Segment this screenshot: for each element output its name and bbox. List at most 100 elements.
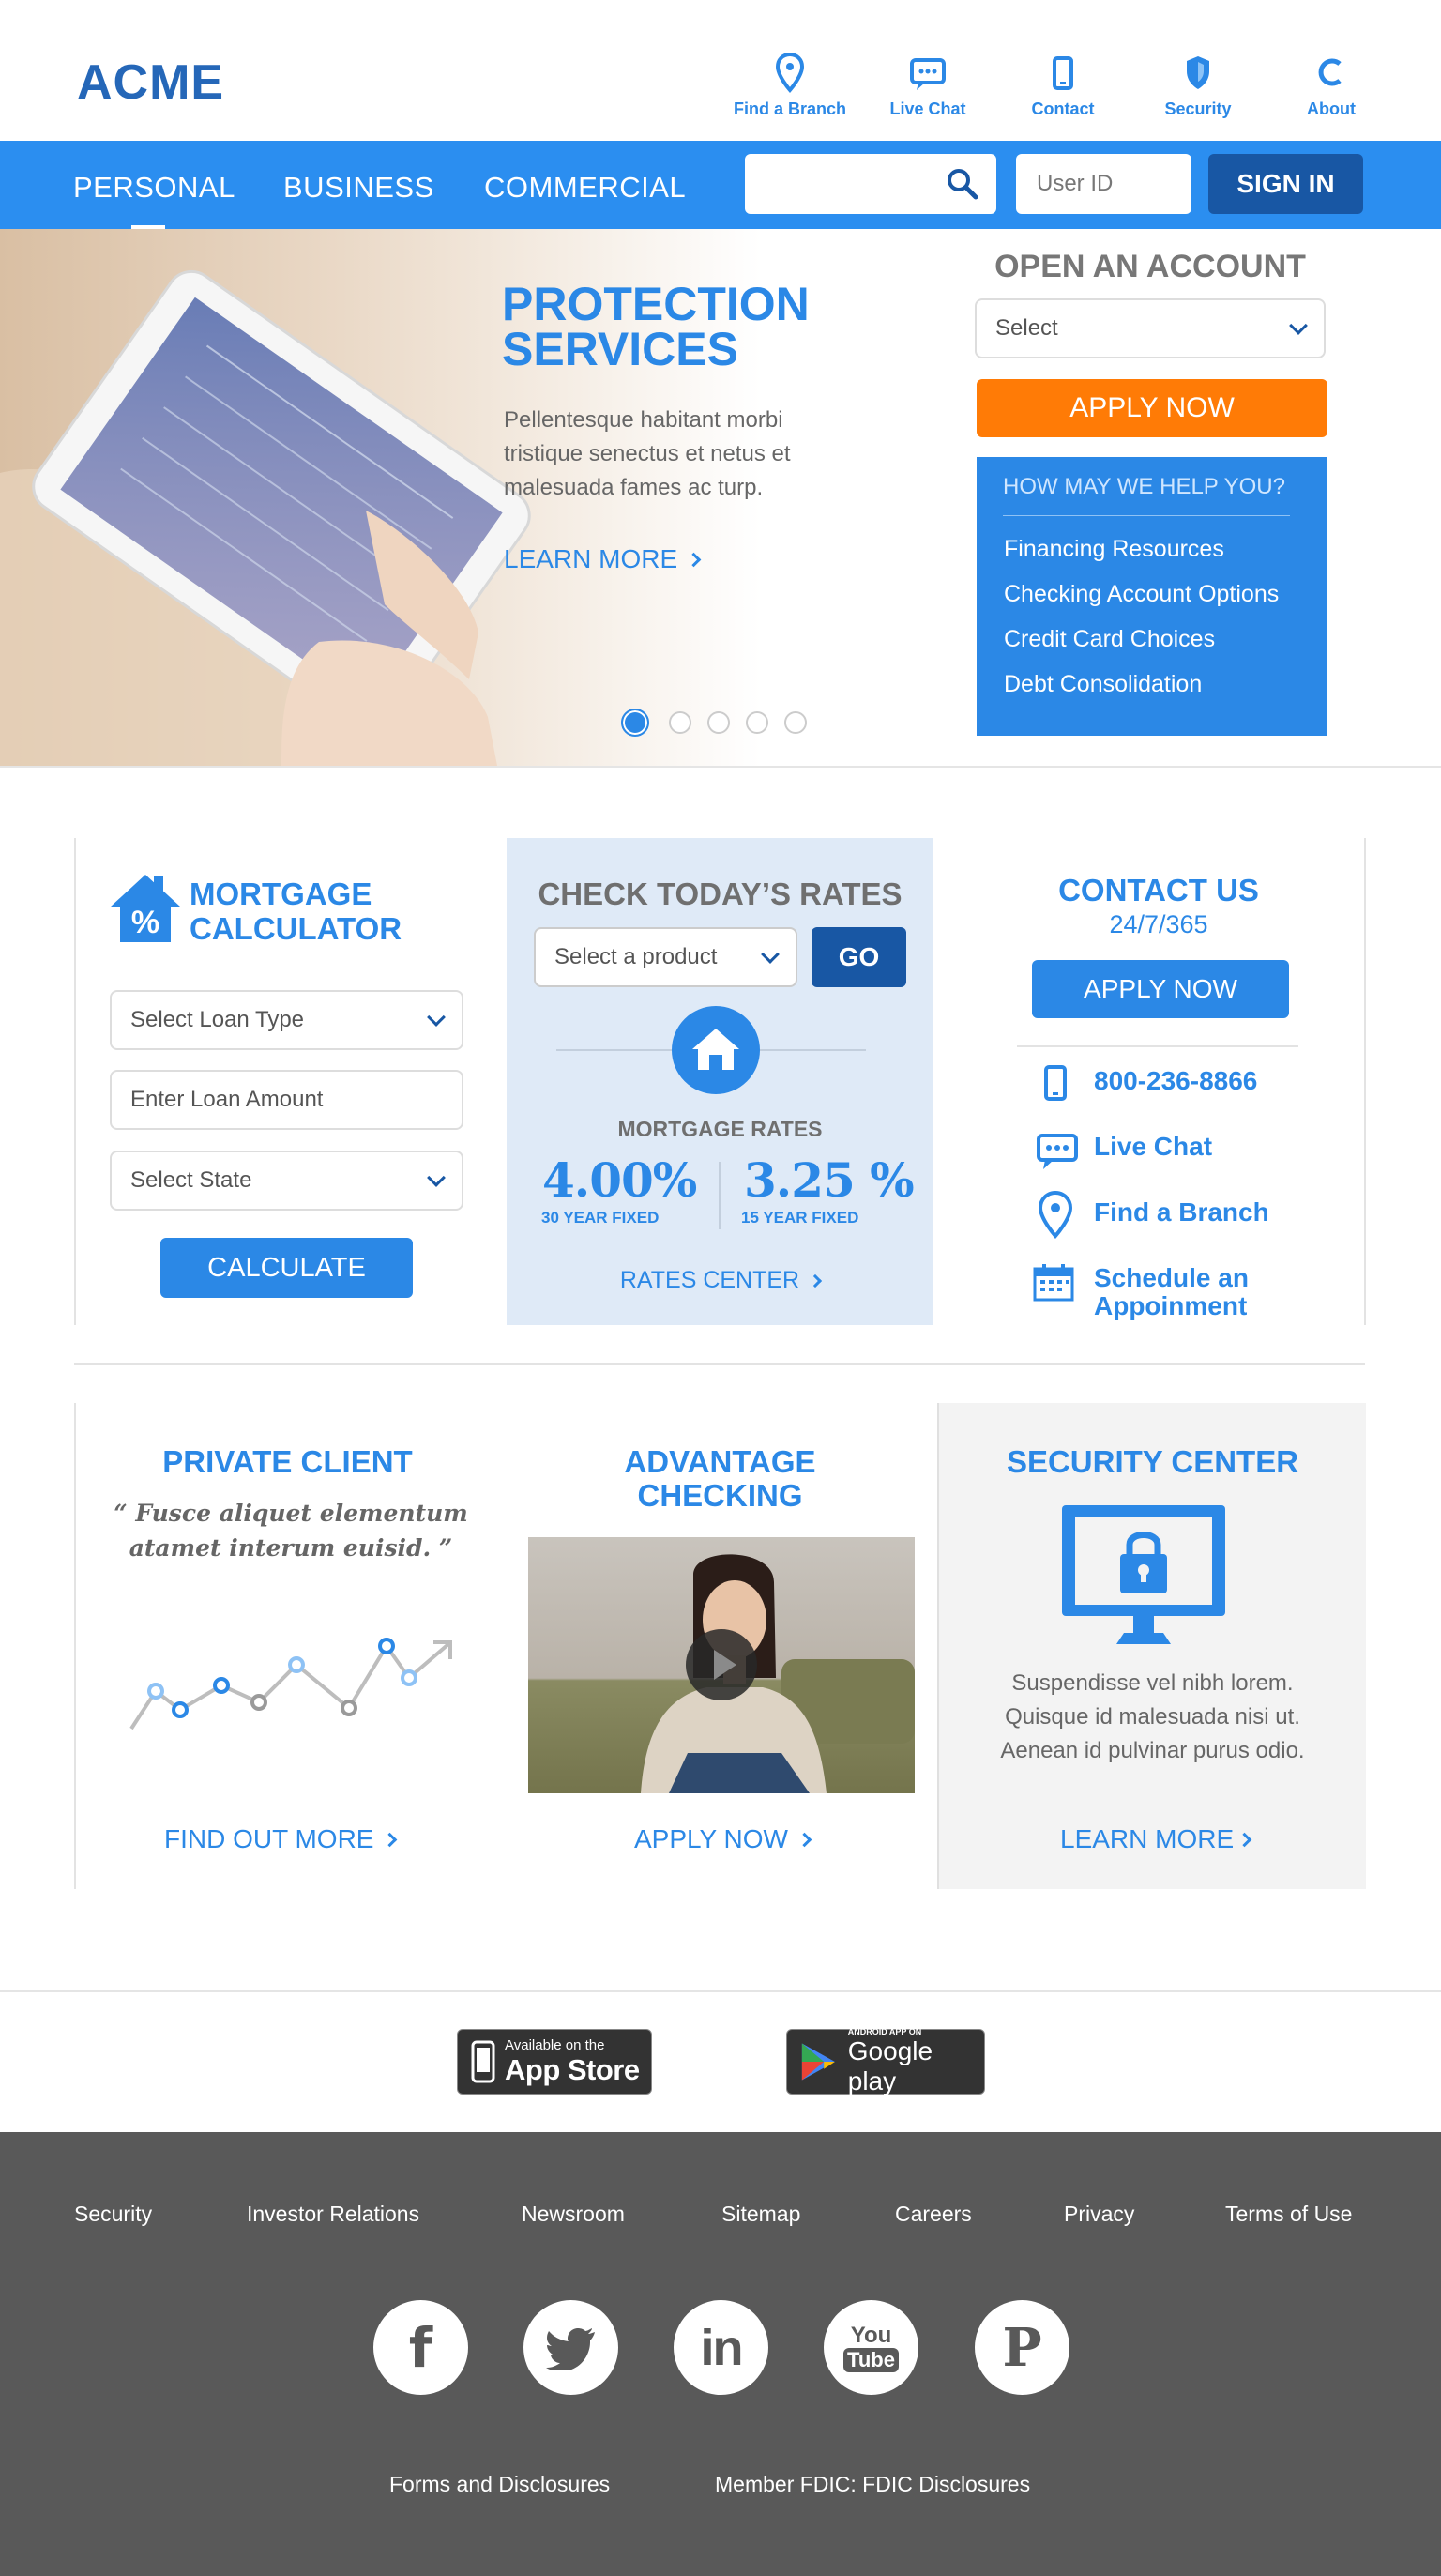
footer-link-sitemap[interactable]: Sitemap (721, 2202, 800, 2227)
nav-commercial[interactable]: COMMERCIAL (484, 171, 686, 205)
security-center-title: SECURITY CENTER (1006, 1444, 1299, 1479)
carousel-dot-2[interactable] (669, 711, 691, 734)
signin-button[interactable]: SIGN IN (1208, 154, 1363, 214)
advantage-apply-now-link[interactable]: APPLY NOW (634, 1824, 812, 1854)
rate-15-year: 3.25 % (744, 1152, 915, 1208)
carousel-dot-4[interactable] (746, 711, 768, 734)
nav-personal[interactable]: PERSONAL (73, 171, 235, 205)
loan-amount-placeholder: Enter Loan Amount (130, 1087, 324, 1112)
help-item-financing[interactable]: Financing Resources (1004, 536, 1224, 563)
footer-link-careers[interactable]: Careers (895, 2202, 972, 2227)
contact-apply-now-button[interactable]: APPLY NOW (1032, 960, 1289, 1018)
help-divider (1003, 515, 1290, 516)
topnav-label: About (1307, 99, 1356, 118)
quote-line2: atamet interum euisid. ” (129, 1534, 453, 1562)
loan-amount-input[interactable]: Enter Loan Amount (110, 1070, 463, 1130)
topnav-label: Live Chat (889, 99, 966, 118)
appstore-small-text: Available on the (505, 2036, 605, 2053)
help-item-credit-card[interactable]: Credit Card Choices (1004, 626, 1215, 653)
hero-title: PROTECTION SERVICES (502, 278, 810, 373)
fdic-disclosures-link[interactable]: Member FDIC: FDIC Disclosures (715, 2472, 1030, 2497)
footer-link-newsroom[interactable]: Newsroom (522, 2202, 625, 2227)
rates-center-label: RATES CENTER (619, 1267, 800, 1293)
calculate-button[interactable]: CALCULATE (160, 1238, 413, 1298)
security-description: Suspendisse vel nibh lorem. Quisque id m… (939, 1667, 1366, 1768)
contact-find-branch[interactable]: Find a Branch (1094, 1198, 1269, 1227)
userid-input[interactable]: User ID (1016, 154, 1191, 214)
carousel-dot-1[interactable] (621, 709, 649, 737)
carousel-dot-5[interactable] (784, 711, 807, 734)
contact-live-chat[interactable]: Live Chat (1094, 1133, 1212, 1161)
help-item-debt[interactable]: Debt Consolidation (1004, 671, 1202, 698)
private-client-title: PRIVATE CLIENT (162, 1444, 413, 1479)
product-select[interactable]: Select a product (534, 927, 797, 987)
facebook-icon[interactable]: f (373, 2300, 468, 2395)
linkedin-icon[interactable]: in (674, 2300, 768, 2395)
rates-center-link[interactable]: RATES CENTER (507, 1267, 933, 1294)
twitter-icon[interactable] (523, 2300, 618, 2395)
acme-logo[interactable]: ACME (77, 54, 224, 111)
loan-type-select[interactable]: Select Loan Type (110, 990, 463, 1050)
column-divider (74, 838, 76, 1325)
footer-link-investor-relations[interactable]: Investor Relations (247, 2202, 419, 2227)
security-learn-more-label: LEARN MORE (1060, 1824, 1235, 1853)
rate-15-year-label: 15 YEAR FIXED (741, 1209, 859, 1227)
security-text-line1: Suspendisse vel nibh lorem. (1011, 1670, 1294, 1696)
footer-link-security[interactable]: Security (74, 2202, 152, 2227)
chevron-right-icon (796, 1832, 812, 1847)
state-select[interactable]: Select State (110, 1151, 463, 1211)
security-learn-more-link[interactable]: LEARN MORE (1060, 1824, 1252, 1854)
rate-divider (719, 1162, 720, 1229)
play-button[interactable] (686, 1629, 757, 1700)
hero-learn-more-link[interactable]: LEARN MORE (504, 544, 702, 574)
topnav-security[interactable]: Security (1132, 53, 1264, 119)
pinterest-glyph: P (1002, 2316, 1042, 2379)
svg-text:%: % (131, 905, 159, 940)
app-store-badge[interactable]: Available on the App Store (457, 2029, 652, 2095)
chat-icon (1037, 1134, 1078, 1169)
chat-icon (910, 58, 946, 90)
growth-chart-icon (129, 1638, 452, 1730)
calendar-icon (1033, 1264, 1074, 1302)
apply-now-button[interactable]: APPLY NOW (977, 379, 1327, 437)
find-out-more-link[interactable]: FIND OUT MORE (164, 1824, 398, 1854)
contact-schedule[interactable]: Schedule an Appoinment (1094, 1264, 1249, 1320)
about-icon (1318, 58, 1342, 86)
account-type-select[interactable]: Select (975, 298, 1326, 358)
pinterest-icon[interactable]: P (975, 2300, 1069, 2395)
advantage-title-line1: ADVANTAGE (624, 1444, 816, 1479)
column-divider (1364, 838, 1366, 1325)
map-pin-icon (776, 53, 804, 94)
topnav-live-chat[interactable]: Live Chat (862, 53, 994, 119)
topnav-about[interactable]: About (1266, 53, 1397, 119)
video-thumbnail[interactable] (528, 1537, 915, 1793)
chevron-right-icon (1236, 1832, 1252, 1847)
help-item-checking[interactable]: Checking Account Options (1004, 581, 1279, 608)
rates-title: CHECK TODAY’S RATES (538, 876, 903, 911)
nav-business[interactable]: BUSINESS (283, 171, 434, 205)
play-icon (714, 1650, 736, 1680)
youtube-icon[interactable]: You Tube (824, 2300, 918, 2395)
mortgage-title-line1: MORTGAGE (190, 876, 372, 911)
chevron-right-icon (809, 1273, 823, 1288)
google-play-badge[interactable]: ANDROID APP ON Google play (786, 2027, 985, 2096)
contact-phone[interactable]: 800-236-8866 (1094, 1067, 1257, 1095)
forms-disclosures-link[interactable]: Forms and Disclosures (389, 2472, 610, 2497)
schedule-line2: Appoinment (1094, 1291, 1248, 1320)
search-input[interactable] (745, 154, 996, 214)
search-icon[interactable] (946, 167, 979, 201)
topnav-contact[interactable]: Contact (997, 53, 1129, 119)
hero-title-line1: PROTECTION (502, 278, 810, 330)
topnav-label: Contact (1031, 99, 1095, 118)
advantage-title-line2: CHECKING (637, 1478, 803, 1513)
youtube-top: You (850, 2322, 892, 2348)
go-button[interactable]: GO (812, 927, 906, 987)
topnav-find-branch[interactable]: Find a Branch (724, 53, 856, 119)
footer-link-terms[interactable]: Terms of Use (1225, 2202, 1352, 2227)
footer-link-privacy[interactable]: Privacy (1064, 2202, 1134, 2227)
mortgage-house-icon: % (111, 875, 180, 942)
shield-icon (1187, 56, 1209, 89)
chevron-down-icon (427, 1168, 446, 1187)
twitter-bird-glyph (545, 2327, 595, 2370)
carousel-dot-3[interactable] (707, 711, 730, 734)
